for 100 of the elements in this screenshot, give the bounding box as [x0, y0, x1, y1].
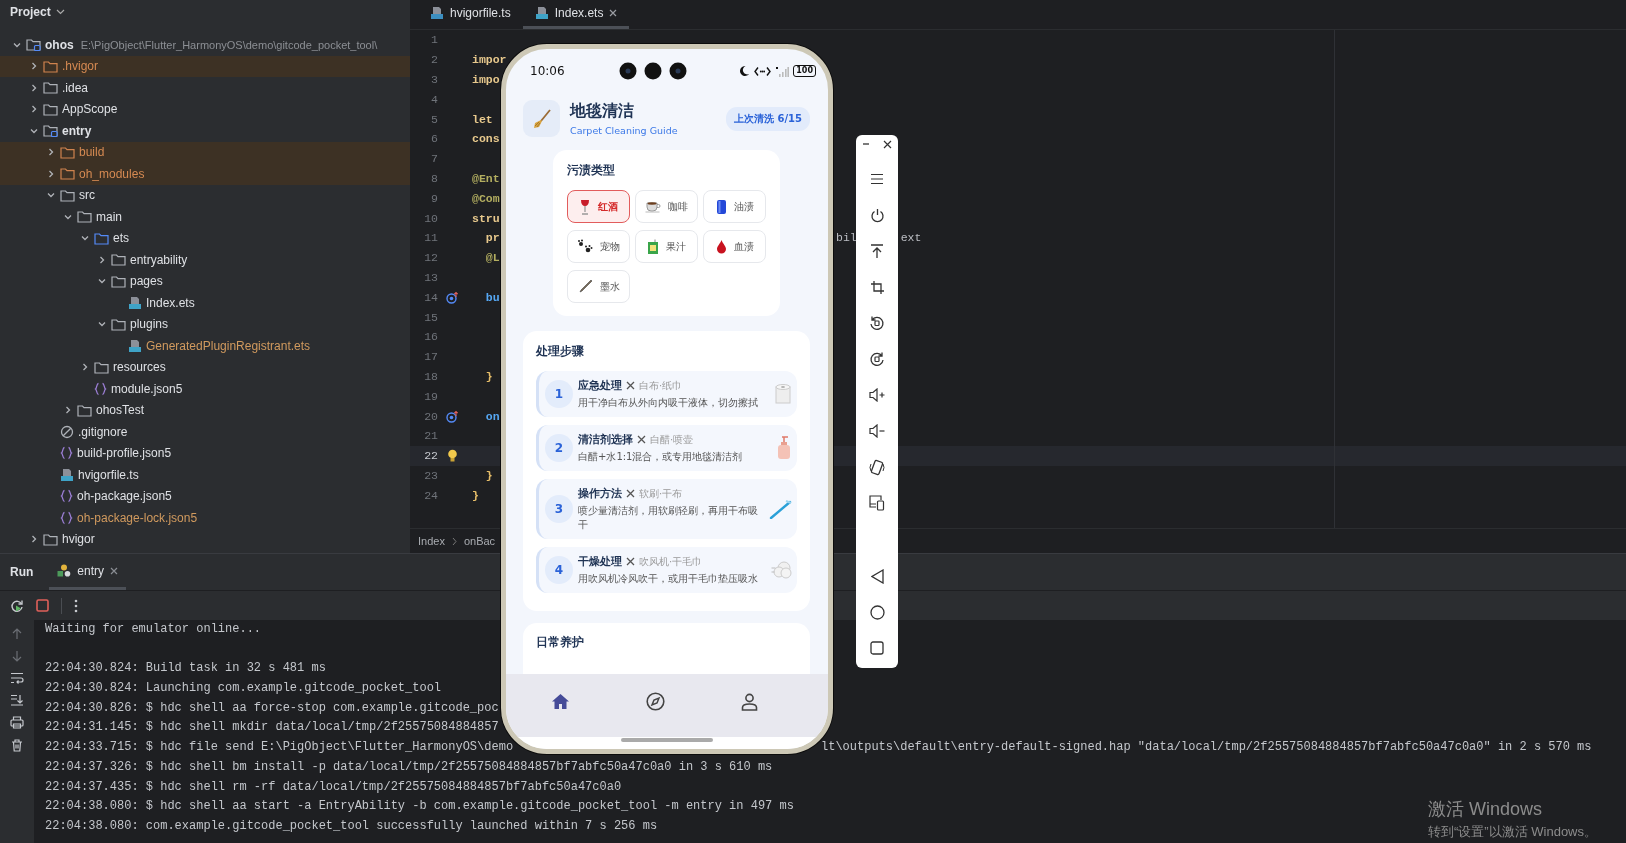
volume-down-icon[interactable]: [868, 424, 886, 438]
editor-tab[interactable]: hvigorfile.ts: [418, 0, 523, 29]
menu-icon[interactable]: [870, 173, 884, 185]
wrap-icon[interactable]: [10, 672, 24, 684]
tree-item[interactable]: hvigor: [0, 528, 410, 550]
stain-chip[interactable]: 宠物: [567, 230, 630, 263]
devices-icon[interactable]: [869, 495, 885, 511]
shapes-icon: [57, 564, 72, 577]
stain-chip[interactable]: 墨水: [567, 270, 630, 303]
console-line: 22:04:38.080: $ hdc shell aa start -a EntryAbility -b com.example.gitcode_pocket_tool -m entry in 497 ms: [45, 799, 794, 814]
minimize-icon[interactable]: [862, 140, 870, 148]
path-text: E:\PigObject\Flutter_HarmonyOS\demo\gitcode_pocket_tool\: [80, 38, 378, 51]
line-number: 2: [430, 53, 438, 67]
arrow-down-icon[interactable]: [11, 650, 23, 662]
line-number: 10: [423, 211, 438, 225]
tree-item[interactable]: build-profile.json5: [0, 442, 410, 464]
back-icon[interactable]: [870, 568, 884, 584]
stain-chip[interactable]: 红酒: [567, 190, 630, 223]
activation-title: 激活 Windows: [1428, 798, 1544, 821]
tree-item[interactable]: src: [0, 184, 410, 206]
tree-item[interactable]: GeneratedPluginRegistrant.ets: [0, 335, 410, 357]
tree-item[interactable]: .gitignore: [0, 421, 410, 443]
stain-chip[interactable]: 咖啡: [635, 190, 698, 223]
status-time: 10:06: [530, 64, 565, 78]
editor-tab[interactable]: Index.ets: [522, 0, 630, 29]
crop-icon[interactable]: [869, 279, 885, 295]
rerun-icon[interactable]: [10, 598, 24, 613]
step-tools: 软刷·干布: [639, 486, 683, 501]
arrow-up-icon[interactable]: [870, 243, 884, 259]
folder-icon: [111, 317, 126, 331]
line-number: 16: [423, 330, 438, 344]
print-icon[interactable]: [10, 716, 24, 729]
chevron-right-icon[interactable]: [46, 147, 56, 158]
trash-icon[interactable]: [11, 739, 23, 752]
code-text: pr: [484, 231, 500, 245]
chevron-right-icon[interactable]: [97, 254, 107, 265]
recents-icon[interactable]: [870, 641, 884, 655]
tree-item[interactable]: .idea: [0, 77, 410, 99]
tree-item[interactable]: main: [0, 206, 410, 228]
file-icon: [430, 6, 444, 20]
panel-title[interactable]: Project: [10, 5, 51, 19]
step-description: 用干净白布从外向内吸干液体，切勿擦拭: [578, 396, 759, 410]
tree-item[interactable]: build: [0, 141, 410, 163]
step-tools: 吹风机·干毛巾: [639, 554, 703, 569]
rotate-right-icon[interactable]: [869, 351, 885, 367]
tree-item[interactable]: Index.ets: [0, 292, 410, 314]
paper-roll-icon: [773, 383, 793, 405]
close-icon[interactable]: [609, 9, 618, 17]
chevron-right-icon[interactable]: [80, 362, 90, 373]
tree-item[interactable]: entryability: [0, 249, 410, 271]
stop-icon[interactable]: [36, 599, 49, 612]
line-number: 9: [430, 191, 438, 205]
moon-icon: [738, 65, 751, 77]
chevron-right-icon[interactable]: [29, 82, 39, 93]
breadcrumb-item[interactable]: onBac: [463, 535, 496, 547]
section-title: 处理步骤: [536, 344, 585, 358]
rotate-left-icon[interactable]: [869, 315, 885, 331]
compass-icon[interactable]: [646, 692, 665, 711]
stain-chip[interactable]: 果汁: [635, 230, 698, 263]
override-marker-icon[interactable]: [445, 409, 459, 423]
tree-item[interactable]: ohos E:\PigObject\Flutter_HarmonyOS\demo\gitcode_pocket_tool\: [0, 34, 410, 56]
chevron-right-icon[interactable]: [29, 104, 39, 115]
tree-item[interactable]: resources: [0, 356, 410, 378]
line-number: 21: [423, 429, 438, 443]
chevron-down-icon[interactable]: [55, 9, 65, 15]
tree-item[interactable]: ohosTest: [0, 399, 410, 421]
scroll-end-icon[interactable]: [10, 694, 24, 706]
home-circle-icon[interactable]: [869, 604, 885, 620]
step-number: 2: [545, 434, 573, 462]
line-number: 5: [430, 112, 438, 126]
tree-item[interactable]: oh-package-lock.json5: [0, 507, 410, 529]
tree-item[interactable]: oh-package.json5: [0, 485, 410, 507]
power-icon[interactable]: [869, 207, 885, 223]
chevron-right-icon[interactable]: [46, 168, 56, 179]
file-icon: [128, 338, 142, 353]
tree-item[interactable]: module.json5: [0, 378, 410, 400]
tree-item[interactable]: hvigorfile.ts: [0, 464, 410, 486]
chevron-right-icon[interactable]: [29, 534, 39, 545]
home-icon[interactable]: [551, 693, 570, 710]
stain-chip[interactable]: 血渍: [703, 230, 766, 263]
more-icon[interactable]: [74, 598, 78, 613]
tree-item[interactable]: AppScope: [0, 98, 410, 120]
tree-item[interactable]: pages: [0, 270, 410, 292]
tree-item[interactable]: .hvigor: [0, 55, 410, 77]
chevron-right-icon[interactable]: [63, 405, 73, 416]
module-folder-icon: [43, 124, 58, 138]
volume-up-icon[interactable]: [868, 388, 886, 402]
close-icon[interactable]: [883, 139, 892, 149]
tree-item[interactable]: plugins: [0, 313, 410, 335]
tree-item[interactable]: entry: [0, 120, 410, 142]
breadcrumb-item[interactable]: Index: [418, 535, 445, 547]
tree-item[interactable]: ets: [0, 227, 410, 249]
person-icon[interactable]: [741, 692, 758, 711]
lightbulb-icon[interactable]: [446, 448, 458, 463]
chevron-right-icon[interactable]: [29, 61, 39, 72]
tree-item[interactable]: oh_modules: [0, 163, 410, 185]
override-marker-icon[interactable]: [445, 290, 459, 304]
rotate-device-icon[interactable]: [869, 458, 885, 476]
line-number: 4: [430, 92, 438, 106]
stain-chip[interactable]: 油渍: [703, 190, 766, 223]
